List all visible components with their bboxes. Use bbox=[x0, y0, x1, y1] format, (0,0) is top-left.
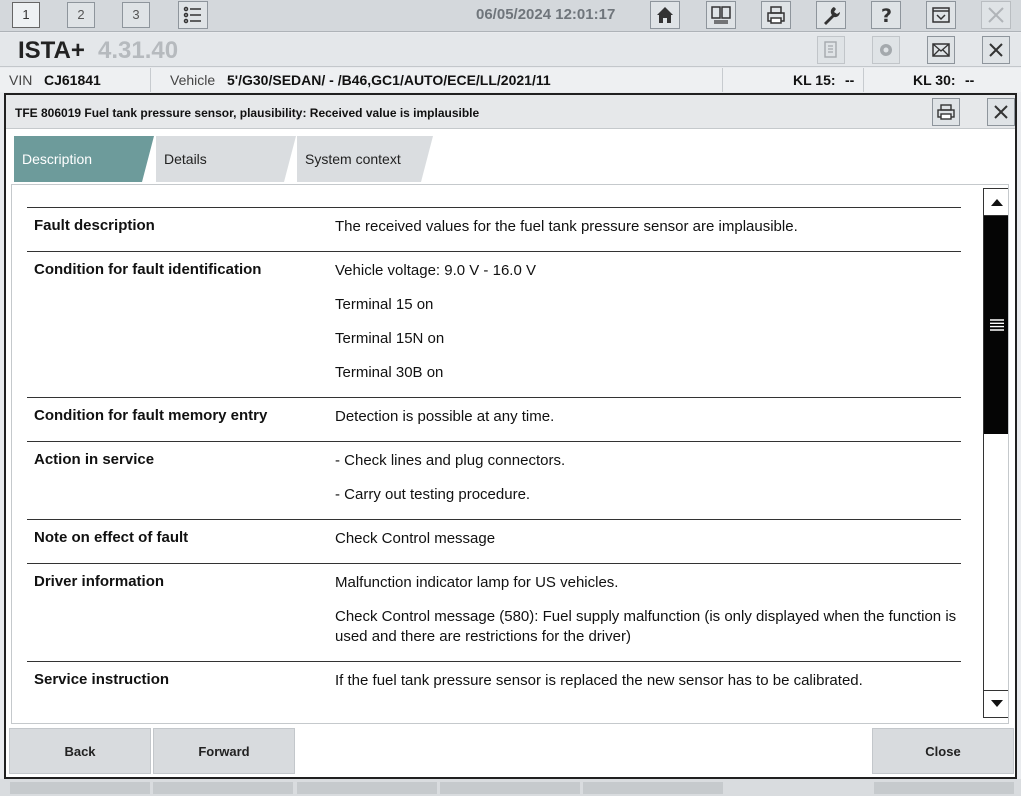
row-value-line: Detection is possible at any time. bbox=[335, 408, 555, 425]
gear-icon[interactable] bbox=[872, 36, 900, 64]
dialog-title: TFE 806019 Fuel tank pressure sensor, pl… bbox=[15, 106, 480, 120]
table-row: Condition for fault identification Vehic… bbox=[27, 251, 961, 397]
row-key: Fault description bbox=[34, 217, 155, 234]
row-value-line: The received values for the fuel tank pr… bbox=[335, 218, 798, 235]
row-key: Action in service bbox=[34, 451, 155, 468]
list-icon[interactable] bbox=[178, 1, 208, 29]
tab-description-label: Description bbox=[22, 151, 93, 167]
table-row: Condition for fault memory entry Detecti… bbox=[27, 397, 961, 441]
tab-details[interactable]: Details bbox=[156, 136, 296, 182]
row-value-line: - Check lines and plug connectors. bbox=[335, 452, 566, 469]
table-row: Fault description The received values fo… bbox=[27, 207, 961, 251]
tab-system-context[interactable]: System context bbox=[297, 136, 433, 182]
print-icon[interactable] bbox=[932, 98, 960, 126]
dialog-title-bar: TFE 806019 Fuel tank pressure sensor, pl… bbox=[6, 95, 1015, 129]
status-segment bbox=[297, 782, 437, 794]
close-icon[interactable] bbox=[981, 1, 1011, 29]
row-value-line: Vehicle voltage: 9.0 V - 16.0 V bbox=[335, 262, 536, 279]
row-value: Check Control message bbox=[335, 520, 961, 563]
row-value-line: Terminal 15N on bbox=[335, 330, 445, 347]
top-toolbar: 1 2 3 06/05/2024 12:01:17 ? bbox=[0, 0, 1021, 32]
download-icon[interactable] bbox=[926, 1, 956, 29]
row-value-line: Terminal 15 on bbox=[335, 296, 434, 313]
row-value-line: Check Control message bbox=[335, 530, 496, 547]
app-title: ISTA+ bbox=[18, 37, 85, 64]
scroll-up-arrow-icon[interactable] bbox=[984, 189, 1008, 216]
vehicle-value: 5'/G30/SEDAN/ - /B46,GC1/AUTO/ECE/LL/202… bbox=[227, 72, 551, 88]
row-key: Driver information bbox=[34, 573, 165, 590]
kl30-value: -- bbox=[965, 72, 975, 88]
table-row: Note on effect of fault Check Control me… bbox=[27, 519, 961, 563]
vehicle-info-bar: VIN CJ61841 Vehicle 5'/G30/SEDAN/ - /B46… bbox=[0, 68, 1021, 92]
mail-icon[interactable] bbox=[927, 36, 955, 64]
session-tab-3[interactable]: 3 bbox=[122, 2, 150, 28]
close-icon[interactable] bbox=[987, 98, 1015, 126]
wrench-icon[interactable] bbox=[816, 1, 846, 29]
row-value-line: Terminal 30B on bbox=[335, 364, 444, 381]
row-value: Vehicle voltage: 9.0 V - 16.0 V Terminal… bbox=[335, 252, 961, 397]
status-segment bbox=[153, 782, 293, 794]
compare-icon[interactable] bbox=[706, 1, 736, 29]
row-value-line: - Carry out testing procedure. bbox=[335, 486, 531, 503]
tab-details-label: Details bbox=[164, 151, 207, 167]
session-tab-1[interactable]: 1 bbox=[12, 2, 40, 28]
row-value: Detection is possible at any time. bbox=[335, 398, 961, 441]
forward-button[interactable]: Forward bbox=[153, 728, 295, 774]
fault-detail-table: Fault description The received values fo… bbox=[27, 207, 961, 705]
tab-system-context-label: System context bbox=[305, 151, 401, 167]
row-value: If the fuel tank pressure sensor is repl… bbox=[335, 662, 961, 705]
row-value: - Check lines and plug connectors. - Car… bbox=[335, 442, 961, 519]
kl15-value: -- bbox=[845, 72, 855, 88]
print-icon[interactable] bbox=[761, 1, 791, 29]
bottom-status-strip bbox=[0, 779, 1021, 796]
close-icon[interactable] bbox=[982, 36, 1010, 64]
home-icon[interactable] bbox=[650, 1, 680, 29]
session-tab-2[interactable]: 2 bbox=[67, 2, 95, 28]
status-segment bbox=[440, 782, 580, 794]
status-segment bbox=[10, 782, 150, 794]
fault-detail-dialog: TFE 806019 Fuel tank pressure sensor, pl… bbox=[4, 93, 1017, 779]
row-key: Note on effect of fault bbox=[34, 529, 189, 546]
vin-value: CJ61841 bbox=[44, 72, 101, 88]
vin-label: VIN bbox=[9, 72, 33, 88]
document-icon[interactable] bbox=[817, 36, 845, 64]
row-value-line: Malfunction indicator lamp for US vehicl… bbox=[335, 574, 619, 591]
row-value-line: Check Control message (580): Fuel supply… bbox=[335, 608, 957, 645]
table-row: Action in service - Check lines and plug… bbox=[27, 441, 961, 519]
status-segment bbox=[874, 782, 1014, 794]
status-segment bbox=[583, 782, 723, 794]
table-row: Service instruction If the fuel tank pre… bbox=[27, 661, 961, 705]
scroll-thumb[interactable] bbox=[984, 216, 1008, 434]
app-header: ISTA+ 4.31.40 bbox=[0, 33, 1021, 67]
vehicle-label: Vehicle bbox=[170, 72, 216, 88]
row-value: The received values for the fuel tank pr… bbox=[335, 208, 961, 251]
tab-description[interactable]: Description bbox=[14, 136, 154, 182]
row-value: Malfunction indicator lamp for US vehicl… bbox=[335, 564, 961, 661]
back-button[interactable]: Back bbox=[9, 728, 151, 774]
svg-text:?: ? bbox=[881, 5, 892, 26]
description-panel: Fault description The received values fo… bbox=[11, 184, 1009, 724]
app-version: 4.31.40 bbox=[98, 37, 179, 64]
row-key: Service instruction bbox=[34, 671, 170, 688]
kl15-label: KL 15: bbox=[793, 72, 836, 88]
kl30-label: KL 30: bbox=[913, 72, 956, 88]
vertical-scrollbar[interactable] bbox=[983, 188, 1008, 718]
scroll-down-arrow-icon[interactable] bbox=[984, 690, 1008, 717]
close-button[interactable]: Close bbox=[872, 728, 1014, 774]
row-key: Condition for fault memory entry bbox=[34, 407, 268, 424]
datetime: 06/05/2024 12:01:17 bbox=[476, 6, 616, 23]
table-row: Driver information Malfunction indicator… bbox=[27, 563, 961, 661]
row-value-line: If the fuel tank pressure sensor is repl… bbox=[335, 672, 863, 689]
row-key: Condition for fault identification bbox=[34, 261, 262, 278]
help-icon[interactable]: ? bbox=[871, 1, 901, 29]
